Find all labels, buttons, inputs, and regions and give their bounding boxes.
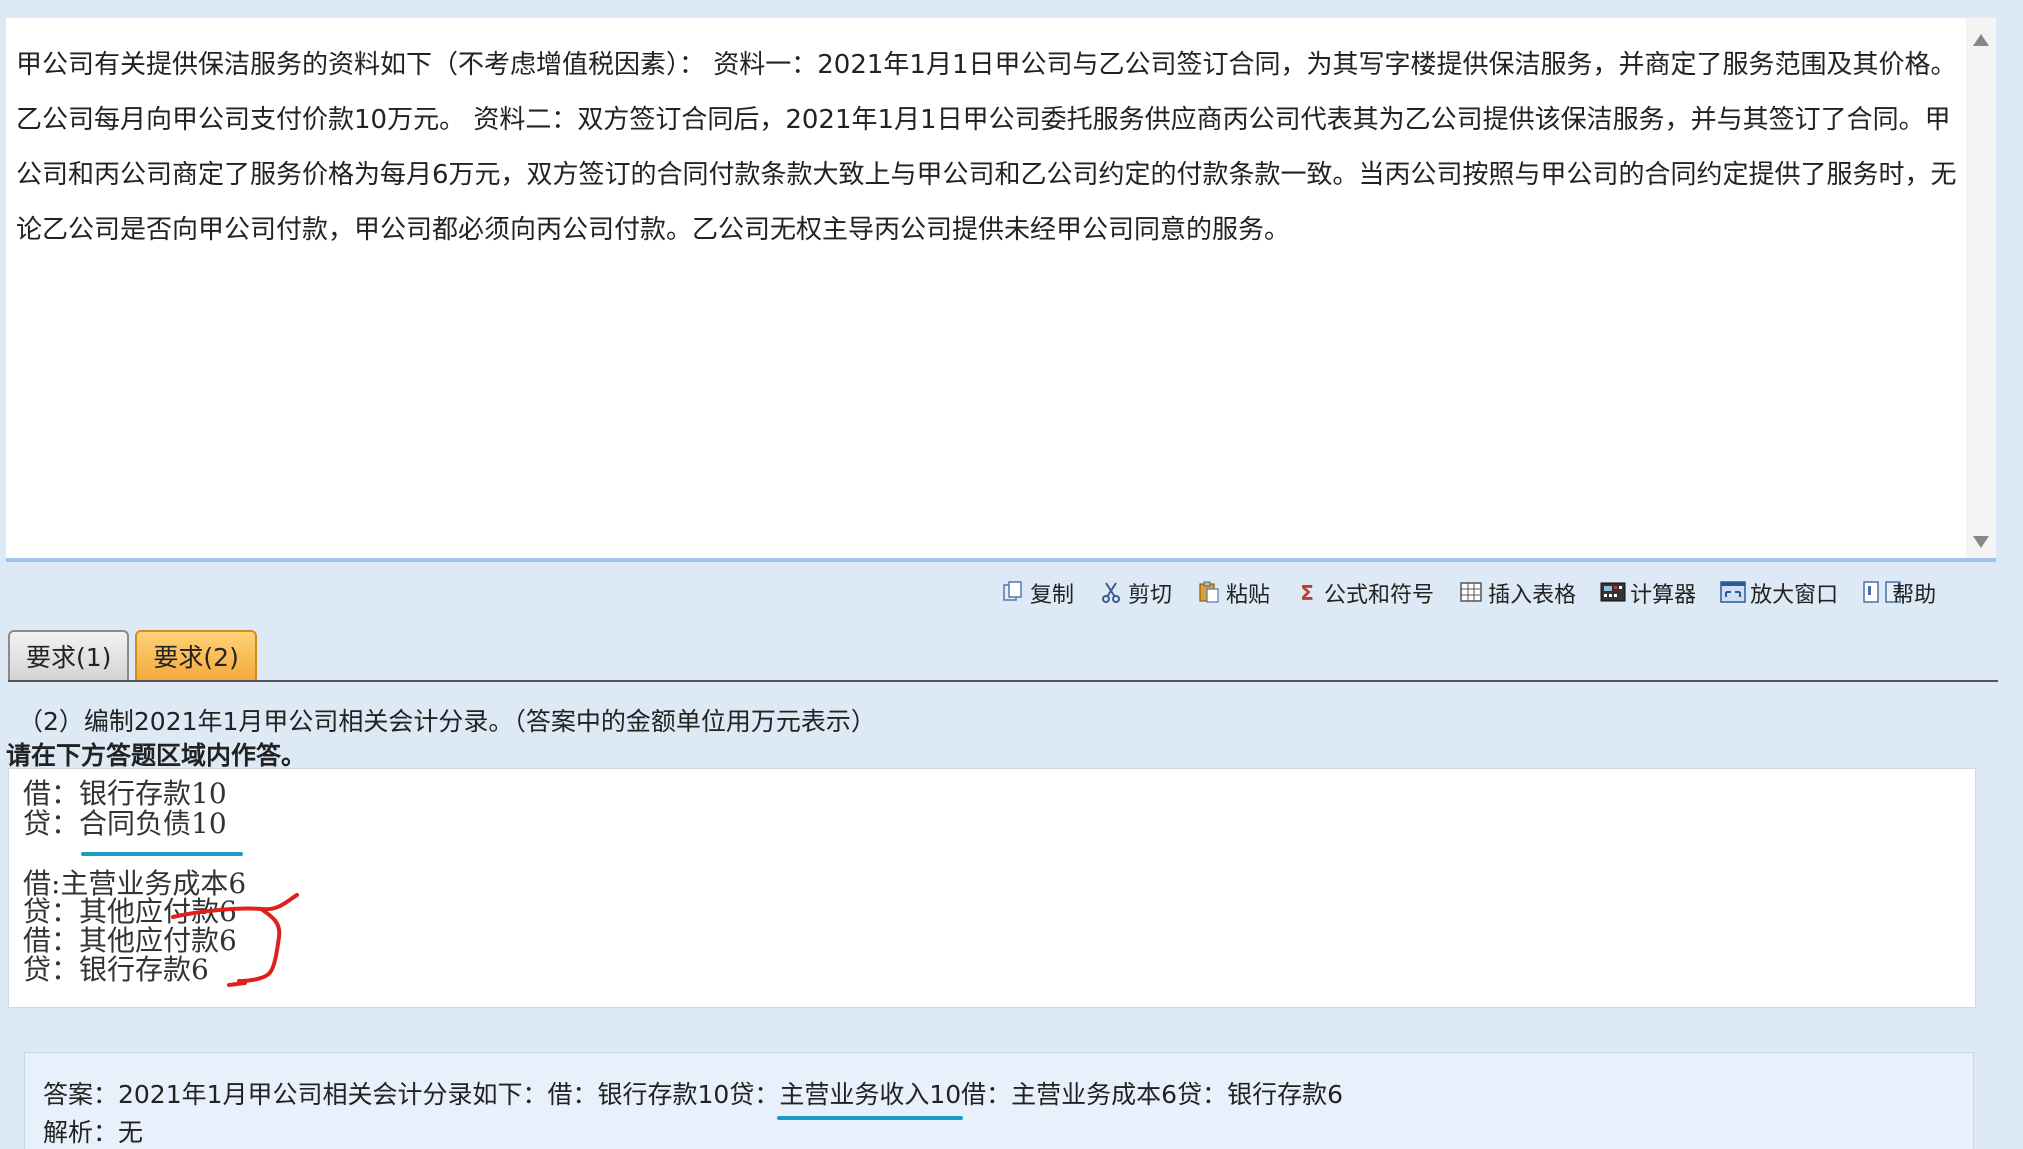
insert-table-button[interactable]: 插入表格 [1458, 577, 1576, 609]
table-icon [1458, 580, 1484, 606]
scroll-up-arrow-icon[interactable] [1973, 34, 1989, 46]
blue-underline-annotation [777, 1116, 963, 1120]
solution-answer-prefix: 答案：2021年1月甲公司相关会计分录如下：借：银行存款10贷： [43, 1080, 780, 1109]
help-label: 帮助 [1892, 583, 1937, 608]
solution-answer-highlight: 主营业务收入10 [779, 1080, 962, 1109]
answer-line: 贷：银行存款6 [23, 953, 209, 986]
solution-answer: 答案：2021年1月甲公司相关会计分录如下：借：银行存款10贷：主营业务收入10… [43, 1075, 1343, 1111]
copy-icon [1000, 580, 1026, 606]
calculator-button[interactable]: 计算器 [1600, 577, 1696, 609]
enlarge-window-icon [1720, 580, 1746, 606]
copy-button[interactable]: 复制 [1000, 577, 1074, 609]
answer-line: 借：银行存款10 [23, 777, 227, 810]
requirement-text: （2）编制2021年1月甲公司相关会计分录。（答案中的金额单位用万元表示） [18, 707, 876, 736]
requirement-tabs: 要求(1) 要求(2) [8, 630, 257, 680]
question-scrollbar[interactable] [1966, 18, 1996, 558]
question-panel: 甲公司有关提供保洁服务的资料如下（不考虑增值税因素）： 资料一：2021年1月1… [6, 18, 1996, 562]
cut-button[interactable]: 剪切 [1098, 577, 1172, 609]
paste-icon [1196, 580, 1222, 606]
tab-requirement-1[interactable]: 要求(1) [8, 630, 130, 680]
answer-instruction: 请在下方答题区域内作答。 [6, 741, 307, 770]
enlarge-window-button[interactable]: 放大窗口 [1720, 577, 1838, 609]
cut-label: 剪切 [1128, 583, 1173, 608]
copy-label: 复制 [1030, 583, 1075, 608]
formula-symbol-button[interactable]: Σ 公式和符号 [1294, 577, 1434, 609]
solution-panel: 答案：2021年1月甲公司相关会计分录如下：借：银行存款10贷：主营业务收入10… [24, 1052, 1974, 1149]
paste-button[interactable]: 粘贴 [1196, 577, 1270, 609]
help-button[interactable]: 帮助 [1862, 577, 1936, 609]
insert-table-label: 插入表格 [1488, 583, 1577, 608]
answer-line: 贷：合同负债10 [23, 807, 227, 840]
enlarge-window-label: 放大窗口 [1750, 583, 1839, 608]
sigma-icon: Σ [1300, 581, 1314, 605]
solution-answer-suffix: 借：主营业务成本6贷：银行存款6 [961, 1080, 1343, 1109]
help-book-icon [1862, 580, 1901, 606]
tab-requirement-2[interactable]: 要求(2) [135, 630, 257, 680]
paste-label: 粘贴 [1226, 583, 1271, 608]
solution-analysis: 解析：无 [43, 1118, 144, 1147]
formula-symbol-label: 公式和符号 [1324, 583, 1435, 608]
scroll-down-arrow-icon[interactable] [1973, 536, 1989, 548]
answer-line: 借：其他应付款6 [23, 924, 237, 957]
tab-divider [8, 680, 1998, 682]
answer-textarea[interactable]: 借：银行存款10 贷：合同负债10 借:主营业务成本6 贷：其他应付款6 借：其… [8, 768, 1976, 1008]
calculator-icon [1600, 580, 1626, 606]
editor-toolbar: 复制 剪切 粘贴 Σ 公式和符号 插入表格 计算器 放大窗口 帮助 [1000, 573, 1936, 613]
blue-underline-annotation [81, 852, 243, 856]
question-text: 甲公司有关提供保洁服务的资料如下（不考虑增值税因素）： 资料一：2021年1月1… [16, 50, 1957, 245]
scissors-icon [1098, 580, 1124, 606]
answer-line: 贷：其他应付款6 [23, 895, 237, 928]
calculator-label: 计算器 [1630, 583, 1697, 608]
exam-window: 甲公司有关提供保洁服务的资料如下（不考虑增值税因素）： 资料一：2021年1月1… [0, 0, 2023, 1149]
